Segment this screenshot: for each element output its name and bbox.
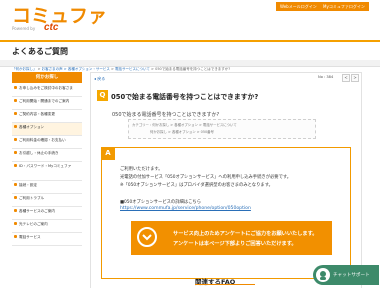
webmail-login-button[interactable]: Webメールログイン bbox=[276, 2, 321, 11]
chat-avatar-icon bbox=[316, 268, 330, 282]
sidebar-item-tv[interactable]: 光テレビのご案内 bbox=[12, 220, 82, 233]
arrow-icon bbox=[14, 125, 17, 128]
sidebar-item-label: ご利用料金の確認・お支払い bbox=[19, 138, 66, 142]
answer-line: ※「050オプションサービス」はプロバイダ選択型のお客さまのみとなります。 bbox=[120, 183, 273, 188]
sidebar-item-id-password[interactable]: ID・パスワード・Myコミュファ bbox=[12, 162, 82, 181]
sidebar-item-label: 接続・設定 bbox=[19, 183, 37, 187]
answer-line: 光電話の付加サービス「050オプションサービス」への利用申し込み手続きが必要です… bbox=[120, 175, 292, 180]
answer-badge: A bbox=[101, 147, 115, 160]
mycommufa-login-button[interactable]: Myコミュファログイン bbox=[319, 2, 369, 11]
question-title: 050で始まる電話番号を持つことはできますか? bbox=[111, 93, 259, 101]
breadcrumb-item[interactable]: 電話サービスについて bbox=[115, 67, 150, 71]
category-line[interactable]: 何かお探し > 各種オプション > 050番号 bbox=[150, 129, 214, 134]
question-badge: Q bbox=[97, 90, 108, 101]
breadcrumb-item[interactable]: お客さまの声 > 各種オプション・サービス bbox=[42, 67, 110, 71]
chevron-down-icon bbox=[137, 227, 157, 247]
sidebar-item-getting-started[interactable]: ご利用開始・開通までのご案内 bbox=[12, 97, 82, 110]
chat-support-label: チャットサポート bbox=[333, 273, 370, 278]
title-bar bbox=[0, 60, 380, 67]
arrow-icon bbox=[14, 183, 17, 186]
answer-line: ■050オプションサービスの詳細はこちら bbox=[120, 200, 202, 205]
sidebar-item-phone[interactable]: 電話サービス bbox=[12, 233, 82, 246]
arrow-icon bbox=[14, 209, 17, 212]
logo[interactable]: コミュファ bbox=[12, 7, 107, 27]
page-title: よくあるご質問 bbox=[12, 47, 68, 56]
sidebar-item-billing[interactable]: ご利用料金の確認・お支払い bbox=[12, 136, 82, 149]
sidebar-item-contract[interactable]: ご契約内容・各種変更 bbox=[12, 110, 82, 123]
question-body: 050で始まる電話番号を持つことはできますか? bbox=[112, 112, 220, 118]
sidebar-item-connection[interactable]: 接続・設定 bbox=[12, 181, 82, 194]
sidebar-header: 何かお探し bbox=[12, 72, 82, 83]
category-line[interactable]: カテゴリー : 何かお探し > 各種オプション > 電話サービスについて bbox=[132, 122, 237, 127]
arrow-icon bbox=[14, 138, 17, 141]
arrow-icon bbox=[14, 99, 17, 102]
survey-banner[interactable] bbox=[131, 221, 332, 255]
logo-tagline: Powered by bbox=[12, 26, 36, 31]
faq-number: No : 384 bbox=[318, 75, 334, 79]
sidebar-item-label: 各種オプション bbox=[19, 125, 45, 129]
next-button[interactable]: > bbox=[351, 74, 359, 82]
sidebar-item-label: ご契約内容・各種変更 bbox=[19, 112, 55, 116]
arrow-icon bbox=[14, 112, 17, 115]
arrow-icon bbox=[14, 86, 17, 89]
answer-line: ご利用いただけます。 bbox=[120, 167, 163, 172]
logo-brand: ctc bbox=[44, 22, 59, 33]
sidebar-item-label: 電話サービス bbox=[19, 235, 41, 239]
sidebar-item-label: お申し込みをご検討中のお客さま bbox=[19, 86, 73, 90]
sidebar-item-services[interactable]: 各種サービスのご案内 bbox=[12, 207, 82, 220]
sidebar-item-label: ご利用トラブル bbox=[19, 196, 45, 200]
sidebar-item-label: ID・パスワード・Myコミュファ bbox=[19, 164, 72, 168]
sidebar-item-label: 各種サービスのご案内 bbox=[19, 209, 55, 213]
breadcrumb-item[interactable]: 「何かお探し」 bbox=[12, 67, 37, 71]
sidebar-item-label: お引越し・休止の手続き bbox=[19, 151, 59, 155]
arrow-icon bbox=[14, 222, 17, 225]
survey-banner-line2: アンケートは本ページ下部よりご回答いただけます。 bbox=[173, 241, 297, 247]
arrow-icon bbox=[14, 164, 17, 167]
sidebar-item-label: 光テレビのご案内 bbox=[19, 222, 48, 226]
sidebar-item-label: ご利用開始・開通までのご案内 bbox=[19, 99, 70, 103]
sidebar-item-moving[interactable]: お引越し・休止の手続き bbox=[12, 149, 82, 162]
sidebar-item-prospective[interactable]: お申し込みをご検討中のお客さま bbox=[12, 84, 82, 97]
sidebar-item-trouble[interactable]: ご利用トラブル bbox=[12, 194, 82, 207]
back-link[interactable]: ◂ 戻る bbox=[94, 76, 105, 82]
arrow-icon bbox=[14, 235, 17, 238]
survey-banner-line1: サービス向上のためアンケートにご協力をお願いいたします。 bbox=[173, 231, 318, 237]
sidebar-nav: お申し込みをご検討中のお客さま ご利用開始・開通までのご案内 ご契約内容・各種変… bbox=[12, 84, 82, 246]
breadcrumb-current: 050で始まる電話番号を持つことはできますか? bbox=[155, 67, 231, 71]
header-rule bbox=[0, 40, 380, 42]
arrow-icon bbox=[14, 151, 17, 154]
sidebar-item-options[interactable]: 各種オプション bbox=[12, 123, 82, 136]
prev-button[interactable]: < bbox=[342, 74, 350, 82]
option-detail-link[interactable]: https://www.commufa.jp/service/phone/opt… bbox=[120, 206, 251, 211]
back-label: 戻る bbox=[97, 76, 106, 81]
arrow-icon bbox=[14, 196, 17, 199]
